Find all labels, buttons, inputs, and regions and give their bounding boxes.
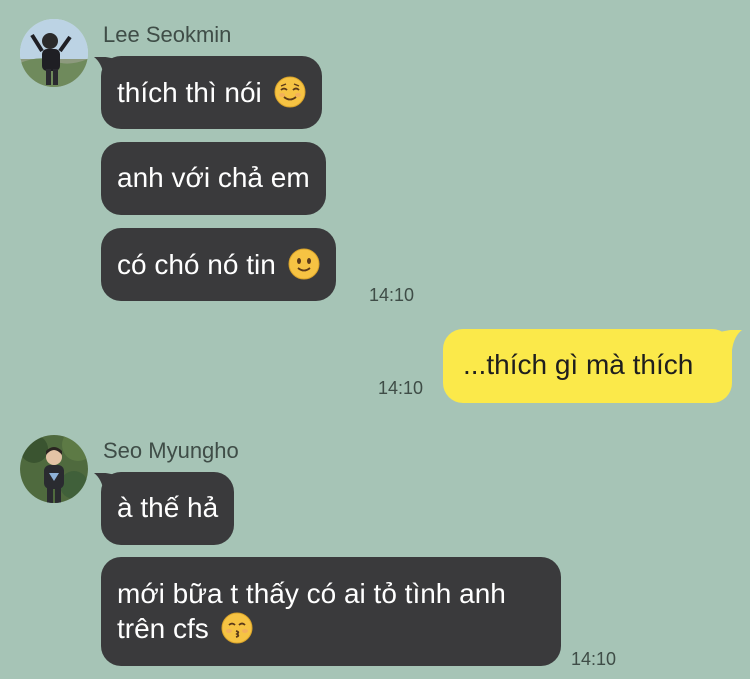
avatar[interactable] bbox=[20, 435, 88, 503]
avatar[interactable] bbox=[20, 19, 88, 87]
sender-name: Seo Myungho bbox=[103, 438, 239, 463]
message-bubble[interactable]: có chó nó tin bbox=[101, 228, 336, 301]
kissing-face-emoji bbox=[221, 612, 253, 644]
message-text: ...thích gì mà thích bbox=[463, 349, 694, 380]
message-time: 14:10 bbox=[571, 649, 617, 669]
message-time: 14:10 bbox=[378, 378, 424, 398]
message-bubble[interactable]: anh với chả em bbox=[101, 142, 326, 215]
bubble-tail bbox=[720, 330, 742, 352]
relieved-face-emoji bbox=[274, 76, 306, 108]
message-bubble[interactable]: mới bữa t thấy có ai tỏ tình anh trên cf… bbox=[101, 557, 561, 666]
message-text: à thế hả bbox=[117, 492, 219, 523]
message-time: 14:10 bbox=[369, 285, 415, 305]
slightly-smiling-face-emoji bbox=[288, 248, 320, 280]
message-bubble[interactable]: à thế hả bbox=[101, 472, 235, 545]
message-text: thích thì nói bbox=[117, 77, 262, 108]
message-text: có chó nó tin bbox=[117, 249, 276, 280]
message-text: anh với chả em bbox=[117, 162, 310, 193]
message-text: mới bữa t thấy có ai tỏ tình anh trên cf… bbox=[117, 578, 506, 644]
message-bubble[interactable]: ...thích gì mà thích bbox=[443, 329, 732, 403]
message-bubble[interactable]: thích thì nói bbox=[101, 56, 322, 129]
sender-name: Lee Seokmin bbox=[103, 22, 232, 47]
